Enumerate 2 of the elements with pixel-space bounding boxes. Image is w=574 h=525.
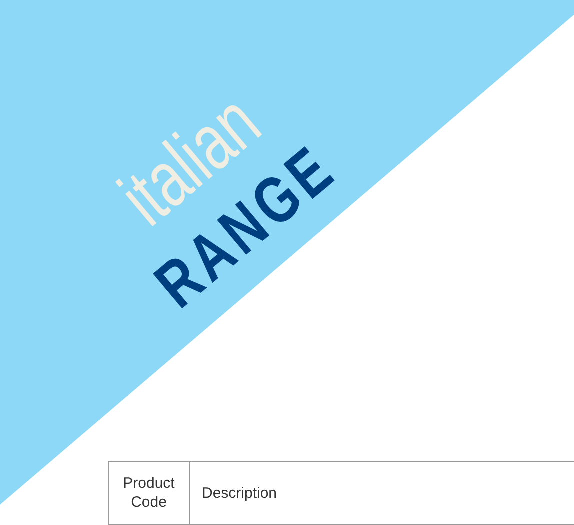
column-header: Description [190, 462, 574, 524]
column-header: Product Code [108, 462, 190, 524]
